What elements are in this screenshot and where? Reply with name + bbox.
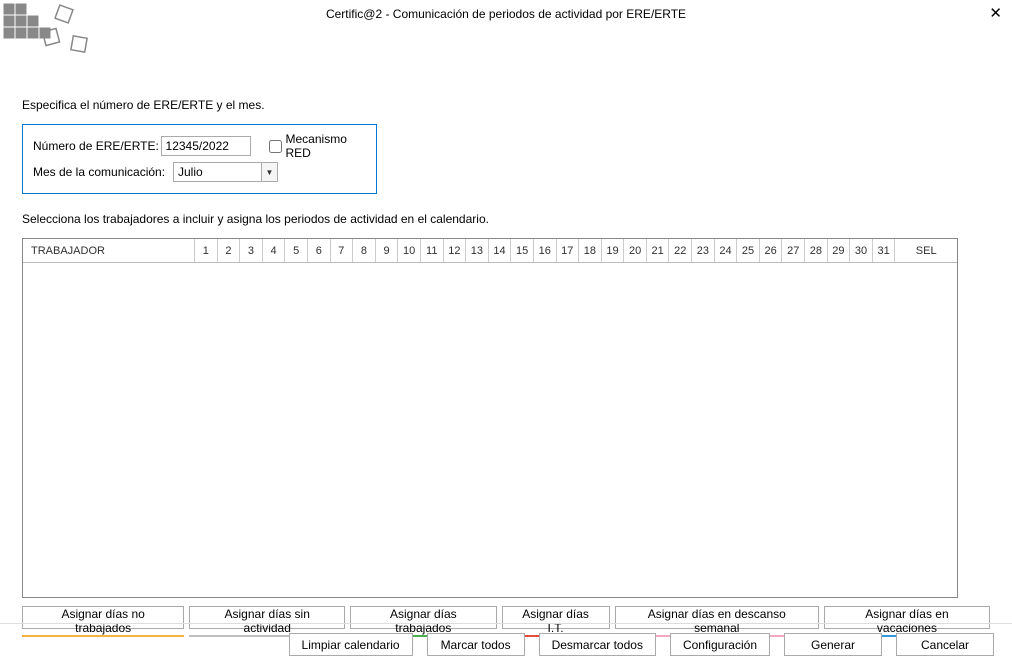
column-header-day[interactable]: 10 [398,239,421,262]
configuration-button[interactable]: Configuración [670,633,770,656]
close-icon[interactable]: ✕ [989,6,1002,21]
column-header-day[interactable]: 27 [782,239,805,262]
column-header-worker[interactable]: TRABAJADOR [23,239,195,262]
column-header-day[interactable]: 23 [692,239,715,262]
mecanismo-red-checkbox-input[interactable] [269,140,282,153]
mecanismo-red-label: Mecanismo RED [286,132,366,160]
column-header-day[interactable]: 31 [873,239,896,262]
chevron-down-icon: ▼ [261,163,277,181]
column-header-sel[interactable]: SEL [895,239,957,262]
column-header-day[interactable]: 8 [353,239,376,262]
instruction-top: Especifica el número de ERE/ERTE y el me… [22,98,990,112]
column-header-day[interactable]: 30 [850,239,873,262]
column-header-day[interactable]: 28 [805,239,828,262]
mark-all-button[interactable]: Marcar todos [427,633,525,656]
window-title: Certific@2 - Comunicación de periodos de… [326,7,686,21]
cancel-button[interactable]: Cancelar [896,633,994,656]
column-header-day[interactable]: 5 [285,239,308,262]
column-header-day[interactable]: 20 [624,239,647,262]
column-header-day[interactable]: 2 [218,239,241,262]
column-header-day[interactable]: 24 [715,239,738,262]
column-header-day[interactable]: 15 [511,239,534,262]
instruction-grid: Selecciona los trabajadores a incluir y … [22,212,990,226]
clear-calendar-button[interactable]: Limpiar calendario [289,633,413,656]
unmark-all-button[interactable]: Desmarcar todos [539,633,656,656]
column-header-day[interactable]: 26 [760,239,783,262]
column-header-day[interactable]: 11 [421,239,444,262]
column-header-day[interactable]: 18 [579,239,602,262]
app-logo-icon [2,2,102,62]
column-header-day[interactable]: 9 [376,239,399,262]
bottom-toolbar: Limpiar calendario Marcar todos Desmarca… [0,623,1012,665]
calendar-grid: TRABAJADOR 1 2 3 4 5 6 7 8 9 10 11 12 13… [22,238,958,598]
month-label: Mes de la comunicación: [33,165,173,179]
month-select-value: Julio [174,163,261,181]
month-select[interactable]: Julio ▼ [173,162,278,182]
column-header-day[interactable]: 21 [647,239,670,262]
column-header-day[interactable]: 1 [195,239,218,262]
column-header-day[interactable]: 25 [737,239,760,262]
title-bar: Certific@2 - Comunicación de periodos de… [0,0,1012,28]
mecanismo-red-checkbox[interactable]: Mecanismo RED [269,132,366,160]
column-header-day[interactable]: 16 [534,239,557,262]
column-header-day[interactable]: 6 [308,239,331,262]
grid-header-row: TRABAJADOR 1 2 3 4 5 6 7 8 9 10 11 12 13… [23,239,957,263]
ere-number-input[interactable] [161,136,251,156]
column-header-day[interactable]: 4 [263,239,286,262]
column-header-day[interactable]: 17 [557,239,580,262]
column-header-day[interactable]: 13 [466,239,489,262]
form-panel: Número de ERE/ERTE: Mecanismo RED Mes de… [22,124,377,194]
column-header-day[interactable]: 19 [602,239,625,262]
column-header-day[interactable]: 3 [240,239,263,262]
column-header-day[interactable]: 14 [489,239,512,262]
generate-button[interactable]: Generar [784,633,882,656]
column-header-day[interactable]: 22 [669,239,692,262]
column-header-day[interactable]: 12 [444,239,467,262]
ere-number-label: Número de ERE/ERTE: [33,139,161,153]
column-header-day[interactable]: 7 [331,239,354,262]
column-header-day[interactable]: 29 [828,239,851,262]
